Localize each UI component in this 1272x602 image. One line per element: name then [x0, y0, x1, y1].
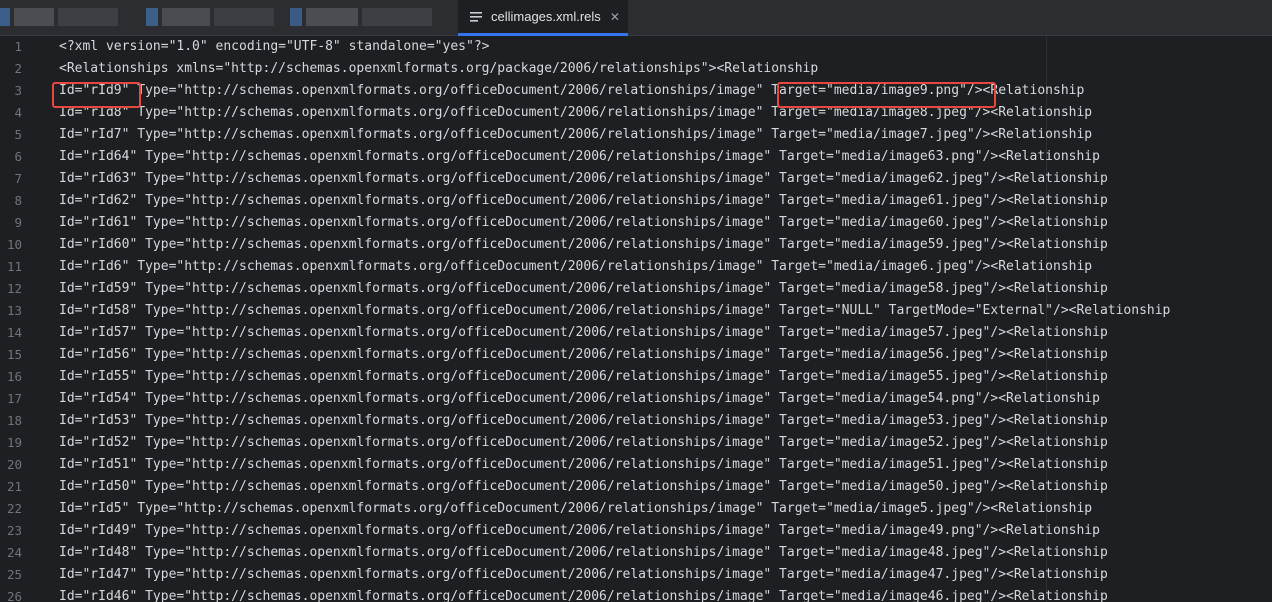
line-text[interactable]: Id="rId48" Type="http://schemas.openxmlf… — [59, 542, 1108, 564]
code-line[interactable]: 3 Id="rId9" Type="http://schemas.openxmlf… — [0, 80, 1272, 102]
code-line[interactable]: 8 Id="rId62" Type="http://schemas.openxml… — [0, 190, 1272, 212]
line-number: 22 — [6, 501, 22, 516]
line-number: 5 — [14, 127, 22, 142]
code-line[interactable]: 10 Id="rId60" Type="http://schemas.openxm… — [0, 234, 1272, 256]
line-number: 7 — [14, 171, 22, 186]
line-number: 19 — [6, 435, 22, 450]
line-text[interactable]: Id="rId59" Type="http://schemas.openxmlf… — [59, 278, 1108, 300]
line-number: 26 — [6, 589, 22, 602]
code-line[interactable]: 24 Id="rId48" Type="http://schemas.openxm… — [0, 542, 1272, 564]
code-line[interactable]: 2 <Relationships xmlns="http://schemas.op… — [0, 58, 1272, 80]
line-number: 25 — [6, 567, 22, 582]
line-number: 3 — [14, 83, 22, 98]
line-number: 4 — [14, 105, 22, 120]
code-line[interactable]: 1 <?xml version="1.0" encoding="UTF-8" st… — [0, 36, 1272, 58]
line-number: 13 — [6, 303, 22, 318]
line-text[interactable]: Id="rId57" Type="http://schemas.openxmlf… — [59, 322, 1108, 344]
redacted-tab[interactable] — [290, 8, 440, 26]
code-line[interactable]: 12 Id="rId59" Type="http://schemas.openxm… — [0, 278, 1272, 300]
line-text[interactable]: Id="rId5" Type="http://schemas.openxmlfo… — [59, 498, 1092, 520]
line-text[interactable]: Id="rId47" Type="http://schemas.openxmlf… — [59, 564, 1108, 586]
code-editor[interactable]: 1 <?xml version="1.0" encoding="UTF-8" st… — [0, 36, 1272, 602]
line-text[interactable]: Id="rId58" Type="http://schemas.openxmlf… — [59, 300, 1170, 322]
line-number: 10 — [6, 237, 22, 252]
line-text[interactable]: <Relationships xmlns="http://schemas.ope… — [59, 58, 818, 80]
line-text[interactable]: Id="rId46" Type="http://schemas.openxmlf… — [59, 586, 1108, 602]
line-number: 18 — [6, 413, 22, 428]
line-number: 20 — [6, 457, 22, 472]
line-number: 6 — [14, 149, 22, 164]
code-line[interactable]: 22 Id="rId5" Type="http://schemas.openxml… — [0, 498, 1272, 520]
tab-cellimages-xml-rels[interactable]: cellimages.xml.rels ✕ — [458, 0, 628, 36]
line-text[interactable]: Id="rId62" Type="http://schemas.openxmlf… — [59, 190, 1108, 212]
line-number: 2 — [14, 61, 22, 76]
line-text[interactable]: <?xml version="1.0" encoding="UTF-8" sta… — [59, 36, 489, 58]
code-line[interactable]: 18 Id="rId53" Type="http://schemas.openxm… — [0, 410, 1272, 432]
line-number: 23 — [6, 523, 22, 538]
code-line[interactable]: 6 Id="rId64" Type="http://schemas.openxml… — [0, 146, 1272, 168]
code-line[interactable]: 19 Id="rId52" Type="http://schemas.openxm… — [0, 432, 1272, 454]
line-text[interactable]: Id="rId64" Type="http://schemas.openxmlf… — [59, 146, 1100, 168]
line-text[interactable]: Id="rId51" Type="http://schemas.openxmlf… — [59, 454, 1108, 476]
line-number: 9 — [14, 215, 22, 230]
line-text[interactable]: Id="rId8" Type="http://schemas.openxmlfo… — [59, 102, 1092, 124]
line-number: 17 — [6, 391, 22, 406]
code-line[interactable]: 7 Id="rId63" Type="http://schemas.openxml… — [0, 168, 1272, 190]
line-number: 24 — [6, 545, 22, 560]
tab-label: cellimages.xml.rels — [491, 9, 601, 24]
line-text[interactable]: Id="rId49" Type="http://schemas.openxmlf… — [59, 520, 1100, 542]
line-number: 15 — [6, 347, 22, 362]
code-line[interactable]: 14 Id="rId57" Type="http://schemas.openxm… — [0, 322, 1272, 344]
line-number: 8 — [14, 193, 22, 208]
line-number: 16 — [6, 369, 22, 384]
code-line[interactable]: 4 Id="rId8" Type="http://schemas.openxmlf… — [0, 102, 1272, 124]
line-text[interactable]: Id="rId63" Type="http://schemas.openxmlf… — [59, 168, 1108, 190]
ide-window: cellimages.xml.rels ✕ 1 <?xml version="1.… — [0, 0, 1272, 602]
line-text[interactable]: Id="rId53" Type="http://schemas.openxmlf… — [59, 410, 1108, 432]
code-line[interactable]: 26 Id="rId46" Type="http://schemas.openxm… — [0, 586, 1272, 602]
line-text[interactable]: Id="rId54" Type="http://schemas.openxmlf… — [59, 388, 1100, 410]
code-line[interactable]: 21 Id="rId50" Type="http://schemas.openxm… — [0, 476, 1272, 498]
line-text[interactable]: Id="rId60" Type="http://schemas.openxmlf… — [59, 234, 1108, 256]
code-line[interactable]: 15 Id="rId56" Type="http://schemas.openxm… — [0, 344, 1272, 366]
line-text[interactable]: Id="rId7" Type="http://schemas.openxmlfo… — [59, 124, 1092, 146]
code-line[interactable]: 23 Id="rId49" Type="http://schemas.openxm… — [0, 520, 1272, 542]
code-line[interactable]: 16 Id="rId55" Type="http://schemas.openxm… — [0, 366, 1272, 388]
line-text[interactable]: Id="rId6" Type="http://schemas.openxmlfo… — [59, 256, 1092, 278]
redacted-tab[interactable] — [146, 8, 281, 26]
line-number: 12 — [6, 281, 22, 296]
line-text[interactable]: Id="rId61" Type="http://schemas.openxmlf… — [59, 212, 1108, 234]
line-number: 14 — [6, 325, 22, 340]
code-line[interactable]: 5 Id="rId7" Type="http://schemas.openxmlf… — [0, 124, 1272, 146]
code-line[interactable]: 20 Id="rId51" Type="http://schemas.openxm… — [0, 454, 1272, 476]
close-tab-icon[interactable]: ✕ — [610, 11, 620, 23]
code-line[interactable]: 9 Id="rId61" Type="http://schemas.openxml… — [0, 212, 1272, 234]
code-line[interactable]: 11 Id="rId6" Type="http://schemas.openxml… — [0, 256, 1272, 278]
code-line[interactable]: 25 Id="rId47" Type="http://schemas.openxm… — [0, 564, 1272, 586]
code-line[interactable]: 13 Id="rId58" Type="http://schemas.openxm… — [0, 300, 1272, 322]
line-number: 21 — [6, 479, 22, 494]
line-text[interactable]: Id="rId52" Type="http://schemas.openxmlf… — [59, 432, 1108, 454]
text-file-icon — [470, 11, 484, 23]
line-text[interactable]: Id="rId9" Type="http://schemas.openxmlfo… — [59, 80, 1084, 102]
editor-tab-bar: cellimages.xml.rels ✕ — [0, 0, 1272, 36]
line-text[interactable]: Id="rId55" Type="http://schemas.openxmlf… — [59, 366, 1108, 388]
line-number: 11 — [6, 259, 22, 274]
line-number: 1 — [14, 39, 22, 54]
line-text[interactable]: Id="rId56" Type="http://schemas.openxmlf… — [59, 344, 1108, 366]
line-text[interactable]: Id="rId50" Type="http://schemas.openxmlf… — [59, 476, 1108, 498]
code-line[interactable]: 17 Id="rId54" Type="http://schemas.openxm… — [0, 388, 1272, 410]
redacted-tab[interactable] — [0, 8, 130, 26]
